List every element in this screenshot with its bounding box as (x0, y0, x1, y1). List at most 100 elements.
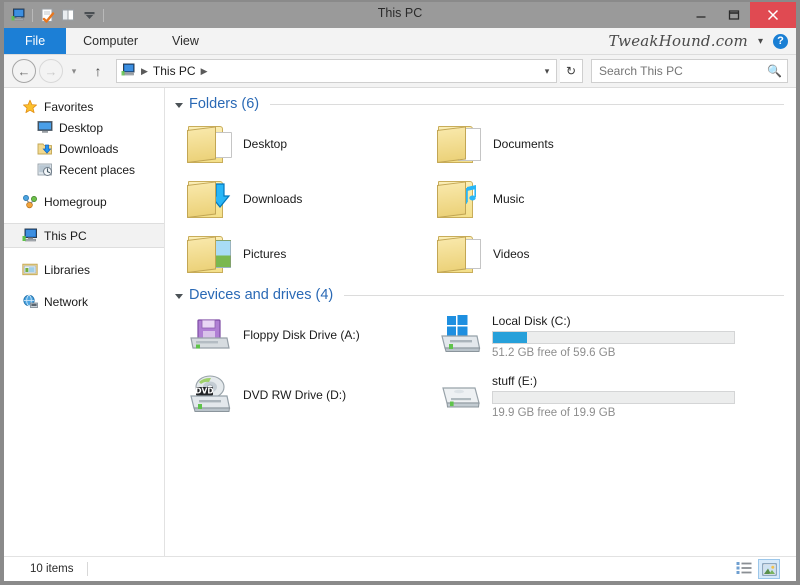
list-item[interactable]: Floppy Disk Drive (A:) (187, 307, 437, 362)
tab-computer[interactable]: Computer (66, 28, 155, 54)
refresh-button[interactable]: ↻ (560, 59, 583, 83)
folders-grid: Desktop Documents (187, 116, 784, 281)
hard-drive-icon (437, 372, 483, 418)
list-item[interactable]: Videos (437, 226, 784, 281)
hard-drive-windows-icon (437, 312, 483, 358)
list-item-label: Floppy Disk Drive (A:) (243, 328, 360, 342)
sidebar-item-label: Recent places (59, 163, 135, 177)
close-button[interactable] (750, 2, 796, 28)
devices-grid: Floppy Disk Drive (A:) (187, 307, 784, 427)
libraries-icon (22, 262, 38, 278)
folder-pictures-icon (187, 231, 233, 277)
group-divider (270, 104, 784, 105)
recent-places-icon (37, 162, 53, 178)
breadcrumb-item-this-pc[interactable]: This PC (150, 64, 199, 78)
sidebar-item-desktop[interactable]: Desktop (4, 117, 164, 138)
chevron-down-icon[interactable]: ▾ (758, 36, 763, 47)
content-area: Favorites Desktop (4, 88, 796, 556)
breadcrumb-separator-2[interactable]: ▶ (199, 66, 210, 77)
search-icon: 🔍 (767, 64, 782, 78)
list-item[interactable]: DVD DVD RW Drive (D:) (187, 367, 437, 422)
item-count-label: 10 items (10, 563, 73, 575)
explorer-window: This PC File Compute (4, 2, 796, 581)
sidebar-item-network[interactable]: Network (4, 291, 164, 312)
file-list-pane: Folders (6) Desktop (165, 88, 796, 556)
list-item[interactable]: Music (437, 171, 784, 226)
help-icon[interactable]: ? (773, 34, 788, 49)
customize-dropdown-icon[interactable] (80, 6, 98, 24)
list-item[interactable]: Downloads (187, 171, 437, 226)
folder-videos-icon (437, 231, 483, 277)
capacity-bar (492, 391, 735, 404)
list-item[interactable]: stuff (E:) 19.9 GB free of 19.9 GB (437, 367, 784, 427)
breadcrumb-dropdown-icon[interactable]: ▾ (538, 61, 556, 81)
list-item[interactable]: Local Disk (C:) 51.2 GB free of 59.6 GB (437, 307, 784, 367)
up-button[interactable]: ↑ (87, 60, 109, 82)
details-view-button[interactable] (734, 559, 754, 577)
drive-info: Local Disk (C:) 51.2 GB free of 59.6 GB (492, 312, 735, 359)
search-box[interactable]: 🔍 (591, 59, 788, 83)
breadcrumb[interactable]: ▶ This PC ▶ ▾ (116, 59, 557, 83)
list-item-label: Downloads (243, 192, 302, 206)
collapse-triangle-icon[interactable] (175, 294, 183, 299)
list-item[interactable]: Desktop (187, 116, 437, 171)
new-folder-icon[interactable] (59, 6, 77, 24)
large-icons-view-button[interactable] (758, 559, 780, 579)
sidebar-item-this-pc[interactable]: This PC (4, 223, 164, 248)
maximize-button[interactable] (717, 2, 750, 28)
tab-view[interactable]: View (155, 28, 216, 54)
sidebar-item-label: Downloads (59, 142, 118, 156)
list-item-label: Videos (493, 247, 529, 261)
dvd-drive-icon: DVD (187, 372, 233, 418)
list-item-label: DVD RW Drive (D:) (243, 388, 346, 402)
search-input[interactable] (597, 63, 767, 79)
sidebar-item-downloads[interactable]: Downloads (4, 138, 164, 159)
window-controls (684, 2, 796, 28)
network-icon (22, 294, 38, 310)
back-button[interactable]: ← (12, 59, 36, 83)
group-divider (344, 295, 784, 296)
list-item-label: Documents (493, 137, 554, 151)
brand-watermark: TweakHound.com (608, 32, 747, 50)
forward-button[interactable]: → (39, 59, 63, 83)
homegroup-icon (22, 194, 38, 210)
ribbon-right-controls: TweakHound.com ▾ ? (608, 28, 796, 54)
sidebar-item-recent-places[interactable]: Recent places (4, 159, 164, 180)
capacity-bar-fill (493, 332, 527, 343)
properties-icon[interactable] (38, 6, 56, 24)
status-bar: 10 items (4, 556, 796, 581)
star-icon (22, 99, 38, 115)
list-item-label: stuff (E:) (492, 374, 735, 388)
tab-file[interactable]: File (4, 28, 66, 54)
group-header-folders[interactable]: Folders (6) (175, 96, 784, 112)
this-pc-icon[interactable] (9, 6, 27, 24)
list-item[interactable]: Pictures (187, 226, 437, 281)
capacity-bar (492, 331, 735, 344)
quick-access-toolbar (4, 2, 106, 28)
toolbar-separator-2 (103, 9, 104, 22)
collapse-triangle-icon[interactable] (175, 103, 183, 108)
this-pc-icon (121, 63, 137, 79)
drive-free-space: 51.2 GB free of 59.6 GB (492, 347, 735, 359)
sidebar-item-homegroup[interactable]: Homegroup (4, 191, 164, 212)
sidebar-item-libraries[interactable]: Libraries (4, 259, 164, 280)
list-item-label: Music (493, 192, 524, 206)
drive-info: stuff (E:) 19.9 GB free of 19.9 GB (492, 372, 735, 419)
folder-documents-icon (437, 121, 483, 167)
title-bar: This PC (4, 2, 796, 28)
sidebar-item-favorites[interactable]: Favorites (4, 96, 164, 117)
navigation-pane: Favorites Desktop (4, 88, 165, 556)
breadcrumb-separator: ▶ (139, 66, 150, 77)
ribbon-tabs: File Computer View TweakHound.com ▾ ? (4, 28, 796, 55)
sidebar-item-label: This PC (44, 229, 87, 243)
view-mode-buttons (734, 559, 790, 579)
group-header-devices[interactable]: Devices and drives (4) (175, 287, 784, 303)
list-item[interactable]: Documents (437, 116, 784, 171)
sidebar-item-label: Desktop (59, 121, 103, 135)
minimize-button[interactable] (684, 2, 717, 28)
sidebar-item-label: Homegroup (44, 195, 107, 209)
sidebar-item-label: Libraries (44, 263, 90, 277)
recent-locations-icon[interactable]: ▾ (66, 60, 82, 82)
window-title: This PC (4, 6, 796, 20)
group-title: Devices and drives (4) (189, 287, 333, 303)
